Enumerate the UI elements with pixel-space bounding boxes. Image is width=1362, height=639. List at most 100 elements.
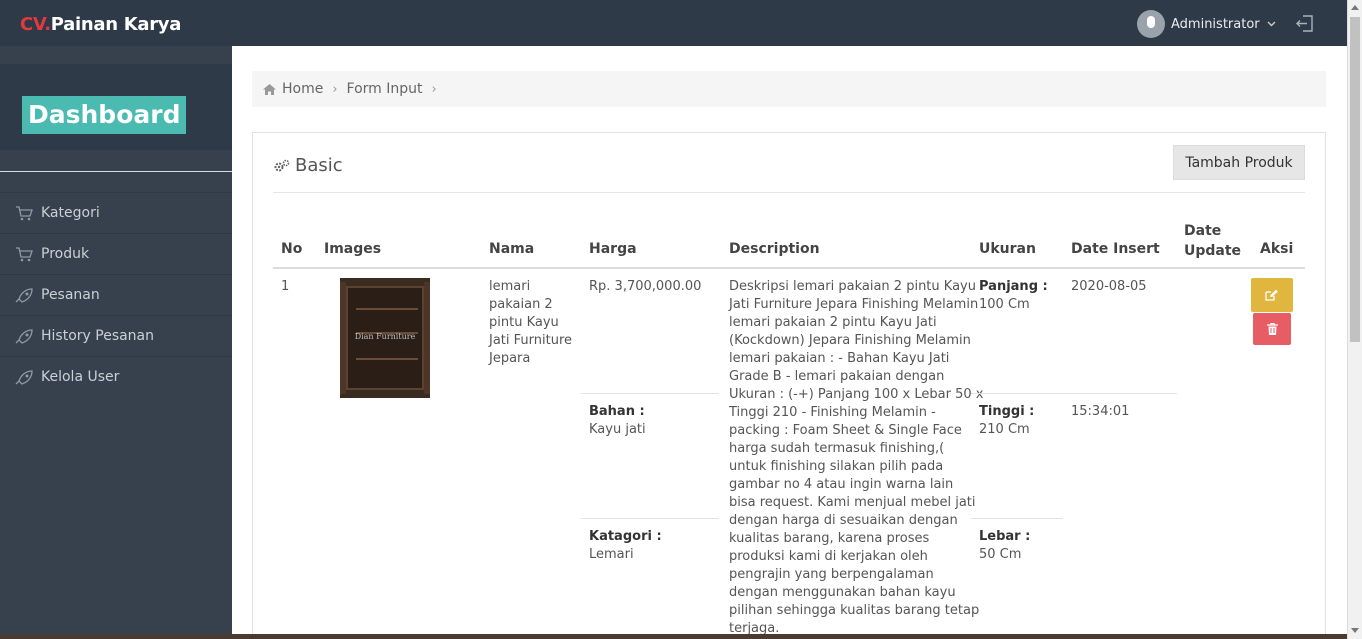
- description-line: Jati Furniture Jepara Finishing Melamin: [729, 297, 979, 312]
- cell-description: Deskripsi lemari pakaian 2 pintu Kayu Ja…: [729, 278, 983, 638]
- cell-nama: lemari pakaian 2 pintu Kayu Jati Furnitu…: [489, 278, 579, 368]
- tinggi-label: Tinggi :: [979, 404, 1035, 419]
- divider: [971, 518, 1063, 519]
- kategori-label: Katagori :: [589, 529, 662, 544]
- cart-icon: [16, 246, 33, 261]
- header-date-update-line2: Update: [1184, 243, 1242, 259]
- panel-title-text: Basic: [295, 155, 343, 176]
- header-images: Images: [324, 241, 382, 257]
- chevron-down-icon: [1267, 19, 1276, 30]
- cell-bahan: Bahan : Kayu jati: [589, 403, 646, 439]
- divider: [581, 518, 719, 519]
- product-image[interactable]: Dian Furniture: [340, 278, 430, 398]
- sidebar-item-kelola-user[interactable]: Kelola User: [0, 356, 232, 397]
- description-line: pengrajin yang berpengalaman: [729, 567, 934, 582]
- brand-prefix: CV.: [20, 14, 51, 35]
- header-aksi: Aksi: [1260, 241, 1294, 257]
- taskbar-edge: [0, 634, 1347, 639]
- breadcrumb: Home › Form Input ›: [252, 71, 1326, 107]
- table-header-border: [273, 267, 1305, 269]
- sidebar-item-kategori[interactable]: Kategori: [0, 192, 232, 233]
- image-shelf: [356, 308, 418, 310]
- edit-icon: [1265, 289, 1278, 301]
- chevron-right-icon: ›: [332, 81, 338, 97]
- description-line: Tinggi 210 - Finishing Melamin -: [729, 405, 936, 420]
- sidebar-item-produk[interactable]: Produk: [0, 233, 232, 274]
- sidebar-item-label: History Pesanan: [41, 328, 155, 344]
- description-line: packing : Foam Sheet & Single Face: [729, 423, 962, 438]
- sidebar-item-label: Kelola User: [41, 369, 120, 385]
- description-line: pilihan sehingga kualitas barang tetap: [729, 603, 980, 618]
- sidebar-item-pesanan[interactable]: Pesanan: [0, 274, 232, 315]
- header-ukuran: Ukuran: [979, 241, 1036, 257]
- breadcrumb-home[interactable]: Home: [282, 81, 323, 97]
- breadcrumb-current[interactable]: Form Input: [347, 81, 423, 97]
- cart-icon: [16, 205, 33, 220]
- cell-no: 1: [281, 279, 290, 294]
- logout-icon[interactable]: [1296, 15, 1314, 32]
- nama-line: Jepara: [489, 351, 531, 366]
- add-product-button[interactable]: Tambah Produk: [1173, 145, 1305, 180]
- sidebar-item-label: Pesanan: [41, 287, 100, 303]
- sidebar-item-history-pesanan[interactable]: History Pesanan: [0, 315, 232, 356]
- description-line: lemari pakaian : - Bahan Kayu Jati: [729, 351, 950, 366]
- header-description: Description: [729, 241, 820, 257]
- nama-line: Jati Furniture: [489, 333, 573, 348]
- rocket-icon: [15, 328, 33, 344]
- divider: [971, 393, 1177, 394]
- sidebar-menu: Kategori Produk Pesanan History Pesanan …: [0, 192, 232, 397]
- header-date-update: Date Update: [1184, 221, 1241, 261]
- brand-name: Painan Karya: [50, 14, 182, 35]
- cell-time-insert: 15:34:01: [1071, 404, 1130, 419]
- avatar: [1137, 10, 1165, 38]
- description-line: untuk finishing silakan pilih pada: [729, 459, 944, 474]
- sidebar-item-label: Produk: [41, 246, 90, 262]
- header-no: No: [281, 241, 303, 257]
- trash-icon: [1266, 323, 1278, 335]
- sidebar-item-label: Kategori: [41, 205, 100, 221]
- scroll-down-arrow[interactable]: [1351, 628, 1359, 633]
- lebar-value: 50 Cm: [979, 547, 1022, 562]
- chevron-right-icon: ›: [431, 81, 437, 97]
- header-nama: Nama: [489, 241, 535, 257]
- bahan-value: Kayu jati: [589, 422, 646, 437]
- edit-button[interactable]: [1251, 278, 1293, 312]
- tinggi-value: 210 Cm: [979, 422, 1030, 437]
- user-name: Administrator: [1171, 16, 1260, 32]
- description-line: gambar no 4 atau ingin warna lain: [729, 477, 954, 492]
- sidebar: Dashboard Kategori Produk Pesanan Histor…: [0, 46, 232, 639]
- brand-logo[interactable]: CV.Painan Karya: [20, 14, 181, 35]
- description-line: dengan harga di sesuaikan dengan: [729, 513, 958, 528]
- description-line: produksi kami di kerjakan oleh: [729, 549, 928, 564]
- kategori-value: Lemari: [589, 547, 634, 562]
- image-shelf: [356, 358, 418, 360]
- divider: [0, 171, 232, 172]
- nama-line: pakaian 2: [489, 297, 553, 312]
- top-navbar: CV.Painan Karya Administrator: [0, 0, 1362, 46]
- header-date-update-line1: Date: [1184, 223, 1222, 239]
- description-line: lemari pakaian 2 pintu Kayu Jati: [729, 315, 937, 330]
- description-line: Grade B - lemari pakaian dengan: [729, 369, 945, 384]
- header-date-insert: Date Insert: [1071, 241, 1160, 257]
- bahan-label: Bahan :: [589, 404, 645, 419]
- rocket-icon: [15, 287, 33, 303]
- scrollbar-thumb[interactable]: [1350, 17, 1360, 342]
- description-line: kualitas barang, karena proses: [729, 531, 930, 546]
- panjang-label: Panjang :: [979, 279, 1048, 294]
- cell-panjang: Panjang : 100 Cm: [979, 278, 1048, 314]
- product-panel: Basic Tambah Produk No Images Nama Harga…: [252, 132, 1326, 639]
- panel-title: Basic: [273, 155, 343, 176]
- scroll-up-arrow[interactable]: [1351, 5, 1359, 10]
- cell-lebar: Lebar : 50 Cm: [979, 528, 1030, 564]
- description-line: bisa request. Kami menjual mebel jati: [729, 495, 976, 510]
- nama-line: lemari: [489, 279, 531, 294]
- panjang-value: 100 Cm: [979, 297, 1030, 312]
- vertical-scrollbar[interactable]: [1347, 0, 1362, 639]
- description-line: Deskripsi lemari pakaian 2 pintu Kayu: [729, 279, 976, 294]
- cell-date-insert: 2020-08-05: [1071, 279, 1147, 294]
- home-icon: [263, 83, 276, 95]
- user-menu[interactable]: Administrator: [1137, 10, 1276, 38]
- dashboard-title[interactable]: Dashboard: [22, 96, 187, 134]
- delete-button[interactable]: [1253, 313, 1291, 345]
- header-harga: Harga: [589, 241, 637, 257]
